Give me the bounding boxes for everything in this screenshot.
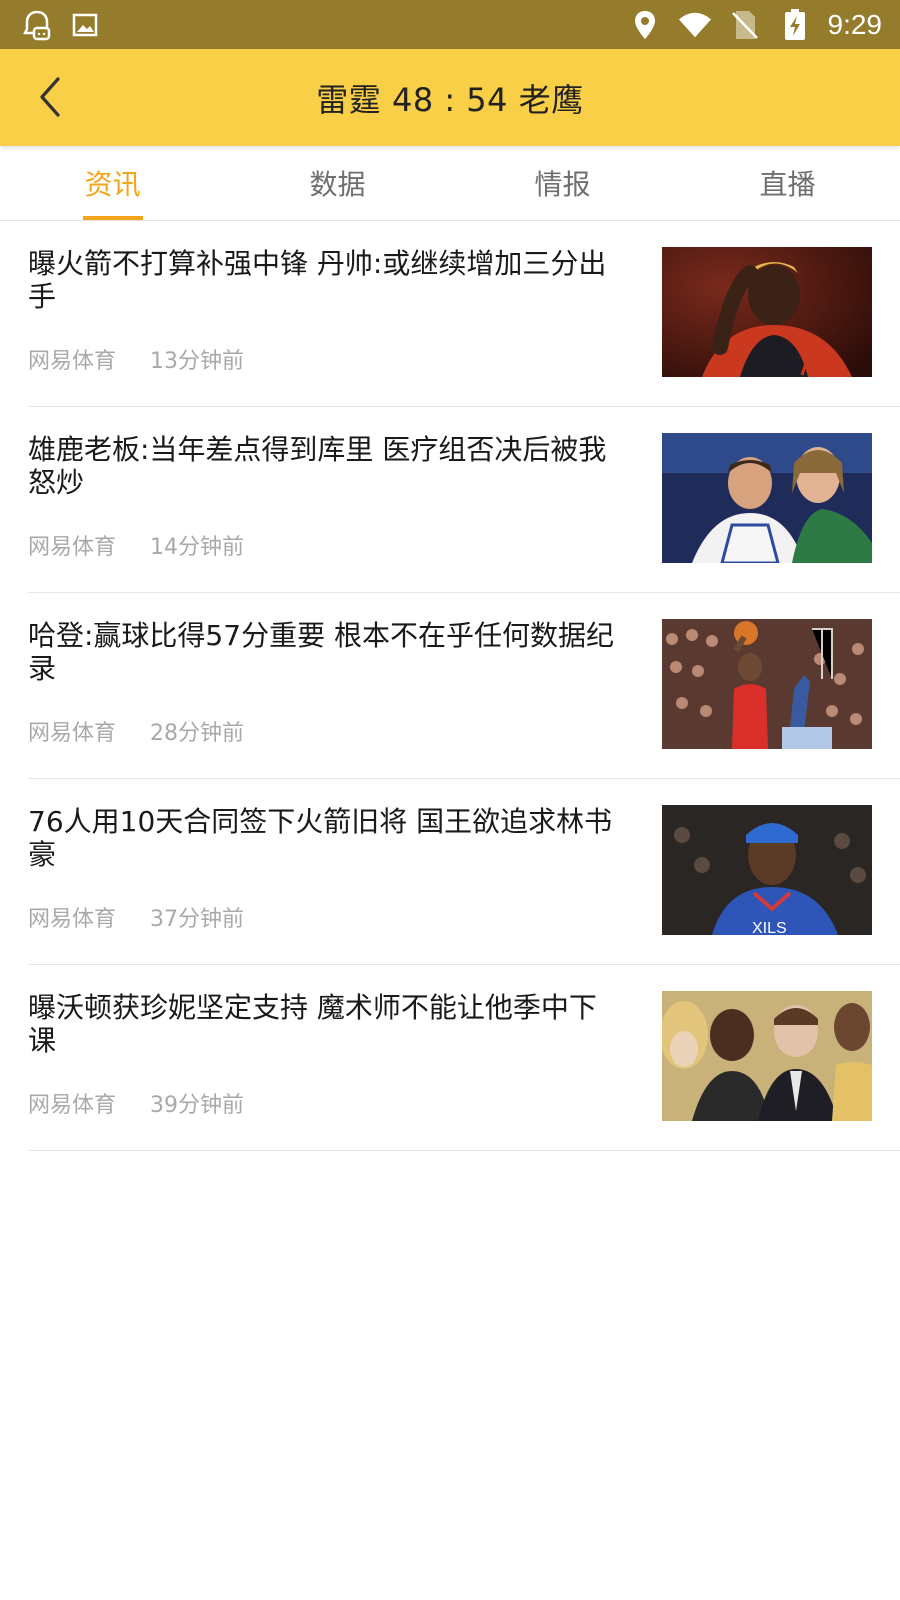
news-time: 28分钟前 bbox=[150, 721, 245, 746]
tab-intel[interactable]: 情报 bbox=[450, 146, 675, 220]
news-title: 哈登:赢球比得57分重要 根本不在乎任何数据纪录 bbox=[28, 619, 614, 685]
news-item[interactable]: 曝沃顿获珍妮坚定支持 魔术师不能让他季中下课 网易体育 39分钟前 bbox=[28, 965, 900, 1151]
tab-bar: 资讯 数据 情报 直播 bbox=[0, 146, 900, 221]
news-source: 网易体育 bbox=[28, 535, 117, 560]
news-title: 76人用10天合同签下火箭旧将 国王欲追求林书豪 bbox=[28, 805, 613, 871]
news-title: 曝沃顿获珍妮坚定支持 魔术师不能让他季中下课 bbox=[28, 991, 597, 1057]
news-thumbnail bbox=[662, 991, 872, 1121]
tab-stats[interactable]: 数据 bbox=[225, 146, 450, 220]
news-time: 37分钟前 bbox=[150, 907, 245, 932]
news-thumbnail bbox=[662, 619, 872, 749]
news-thumbnail: XILS bbox=[662, 805, 872, 935]
news-time: 13分钟前 bbox=[150, 349, 245, 374]
tab-news[interactable]: 资讯 bbox=[0, 146, 225, 220]
svg-text:XILS: XILS bbox=[752, 920, 787, 935]
tab-live[interactable]: 直播 bbox=[675, 146, 900, 220]
image-icon bbox=[68, 8, 102, 42]
news-thumbnail bbox=[662, 433, 872, 563]
news-item[interactable]: 哈登:赢球比得57分重要 根本不在乎任何数据纪录 网易体育 28分钟前 bbox=[28, 593, 900, 779]
news-item[interactable]: 雄鹿老板:当年差点得到库里 医疗组否决后被我怒炒 网易体育 14分钟前 bbox=[28, 407, 900, 593]
status-time: 9:29 bbox=[827, 8, 883, 40]
page-title: 雷霆 48 : 54 老鹰 bbox=[316, 80, 584, 119]
chevron-left-icon bbox=[40, 77, 60, 117]
news-time: 14分钟前 bbox=[150, 535, 245, 560]
wifi-icon bbox=[678, 8, 712, 42]
news-title: 雄鹿老板:当年差点得到库里 医疗组否决后被我怒炒 bbox=[28, 433, 607, 499]
location-icon bbox=[628, 8, 662, 42]
back-button[interactable] bbox=[26, 73, 74, 121]
news-source: 网易体育 bbox=[28, 1093, 117, 1118]
news-source: 网易体育 bbox=[28, 907, 117, 932]
news-source: 网易体育 bbox=[28, 349, 117, 374]
app-bar: 雷霆 48 : 54 老鹰 bbox=[0, 49, 900, 146]
no-sim-icon bbox=[728, 8, 762, 42]
news-item[interactable]: 76人用10天合同签下火箭旧将 国王欲追求林书豪 网易体育 37分钟前 XILS bbox=[28, 779, 900, 965]
battery-charging-icon bbox=[778, 8, 812, 42]
news-item[interactable]: 曝火箭不打算补强中锋 丹帅:或继续增加三分出手 网易体育 13分钟前 bbox=[28, 221, 900, 407]
assistant-icon bbox=[20, 8, 54, 42]
news-source: 网易体育 bbox=[28, 721, 117, 746]
news-list: 曝火箭不打算补强中锋 丹帅:或继续增加三分出手 网易体育 13分钟前 雄鹿老板:… bbox=[0, 221, 900, 1151]
news-title: 曝火箭不打算补强中锋 丹帅:或继续增加三分出手 bbox=[28, 247, 607, 313]
status-bar: 9:29 bbox=[0, 0, 900, 49]
news-time: 39分钟前 bbox=[150, 1093, 245, 1118]
news-thumbnail bbox=[662, 247, 872, 377]
